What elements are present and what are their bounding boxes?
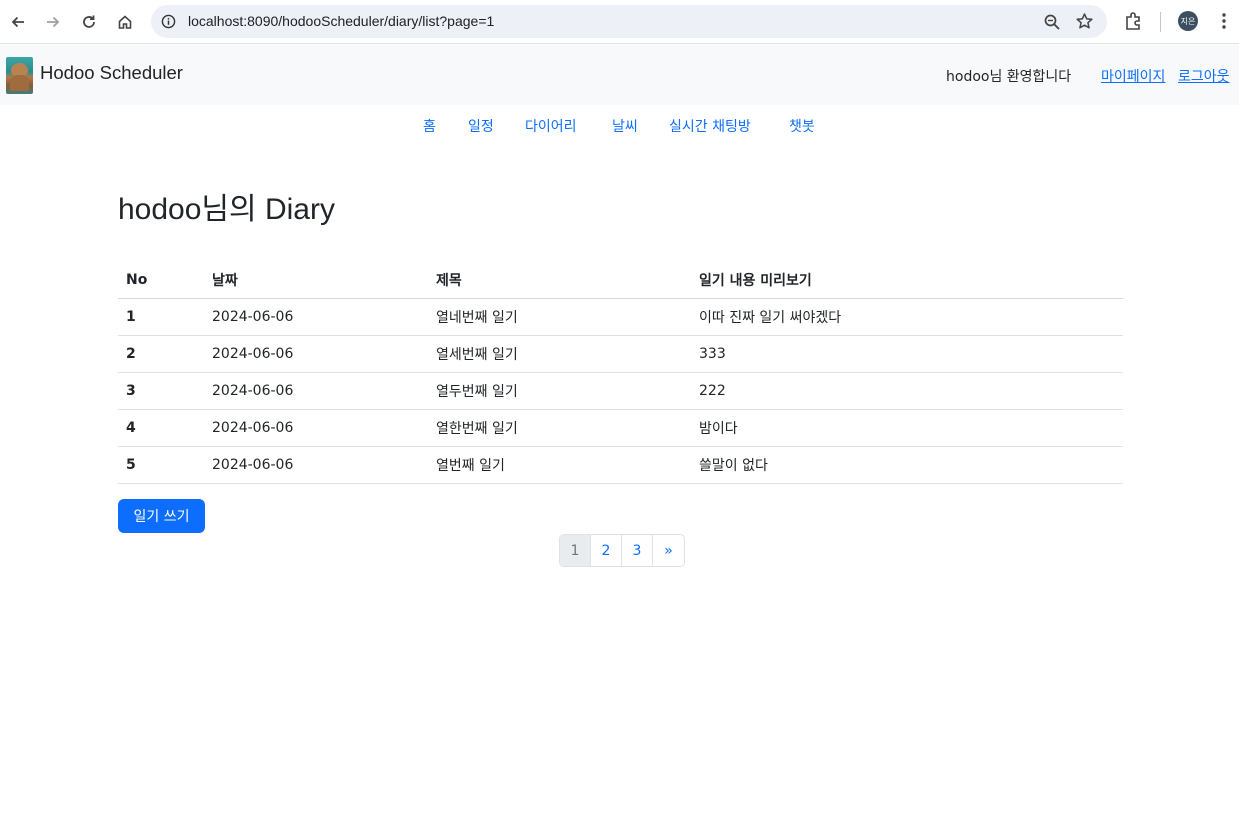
table-row[interactable]: 2 2024-06-06 열세번째 일기 333 [118,335,1123,373]
row-title[interactable]: 열네번째 일기 [428,298,691,336]
forward-icon[interactable] [40,9,66,35]
browser-toolbar: localhost:8090/hodooScheduler/diary/list… [0,0,1239,44]
header-preview: 일기 내용 미리보기 [691,262,1123,299]
brand-name[interactable]: Hodoo Scheduler [40,62,183,84]
row-title[interactable]: 열번째 일기 [428,446,691,484]
row-date: 2024-06-06 [204,298,428,336]
welcome-text: hodoo님 환영합니다 [946,69,1072,85]
row-date: 2024-06-06 [204,409,428,447]
home-icon[interactable] [112,9,138,35]
extensions-icon[interactable] [1123,10,1145,32]
row-date: 2024-06-06 [204,372,428,410]
page-3-button[interactable]: 3 [622,535,653,566]
toolbar-divider [1160,12,1161,32]
row-preview: 이따 진짜 일기 써야겠다 [691,298,1123,336]
menu-home[interactable]: 홈 [423,116,436,136]
row-date: 2024-06-06 [204,446,428,484]
table-row[interactable]: 5 2024-06-06 열번째 일기 쓸말이 없다 [118,446,1123,484]
menu-schedule[interactable]: 일정 [468,116,494,136]
reload-icon[interactable] [76,9,102,35]
header-title: 제목 [428,262,691,299]
bookmark-star-icon[interactable] [1075,12,1094,31]
page-title: hodoo님의 Diary [118,193,335,226]
more-menu-icon[interactable] [1214,11,1234,31]
next-page-button[interactable]: » [653,535,684,566]
logout-link[interactable]: 로그아웃 [1178,66,1230,86]
row-preview: 밤이다 [691,409,1123,447]
navbar: Hodoo Scheduler hodoo님 환영합니다 마이페이지 로그아웃 [0,45,1239,105]
page-1-button[interactable]: 1 [560,535,591,566]
row-no: 5 [118,446,204,484]
row-no: 1 [118,298,204,336]
row-preview: 222 [691,372,1123,410]
diary-table: No 날짜 제목 일기 내용 미리보기 1 2024-06-06 열네번째 일기… [118,262,1123,484]
menu-chatroom[interactable]: 실시간 채팅방 [669,116,751,136]
mypage-link[interactable]: 마이페이지 [1101,66,1165,86]
table-row[interactable]: 1 2024-06-06 열네번째 일기 이따 진짜 일기 써야겠다 [118,298,1123,336]
table-row[interactable]: 4 2024-06-06 열한번째 일기 밤이다 [118,409,1123,447]
menu-diary[interactable]: 다이어리 [525,116,577,136]
row-no: 4 [118,409,204,447]
table-row[interactable]: 3 2024-06-06 열두번째 일기 222 [118,372,1123,410]
zoom-icon[interactable] [1043,13,1061,31]
row-no: 3 [118,372,204,410]
header-date: 날짜 [204,262,428,299]
write-diary-button[interactable]: 일기 쓰기 [118,499,205,533]
back-icon[interactable] [5,9,31,35]
site-info-icon[interactable] [161,14,176,29]
row-title[interactable]: 열세번째 일기 [428,335,691,373]
header-no: No [118,262,204,299]
row-preview: 333 [691,335,1123,373]
menu-chatbot[interactable]: 챗봇 [789,116,815,136]
url-text[interactable]: localhost:8090/hodooScheduler/diary/list… [188,13,494,29]
row-title[interactable]: 열두번째 일기 [428,372,691,410]
brand-logo[interactable] [6,57,33,94]
profile-avatar[interactable]: 지은 [1178,11,1198,31]
menu-weather[interactable]: 날씨 [612,116,638,136]
row-no: 2 [118,335,204,373]
address-bar[interactable]: localhost:8090/hodooScheduler/diary/list… [151,5,1107,38]
pagination: 1 2 3 » [559,534,685,567]
table-header-row: No 날짜 제목 일기 내용 미리보기 [118,262,1123,299]
row-date: 2024-06-06 [204,335,428,373]
row-preview: 쓸말이 없다 [691,446,1123,484]
page-2-button[interactable]: 2 [591,535,622,566]
row-title[interactable]: 열한번째 일기 [428,409,691,447]
main-menu: 홈 일정 다이어리 날씨 실시간 채팅방 챗봇 [0,114,1239,138]
